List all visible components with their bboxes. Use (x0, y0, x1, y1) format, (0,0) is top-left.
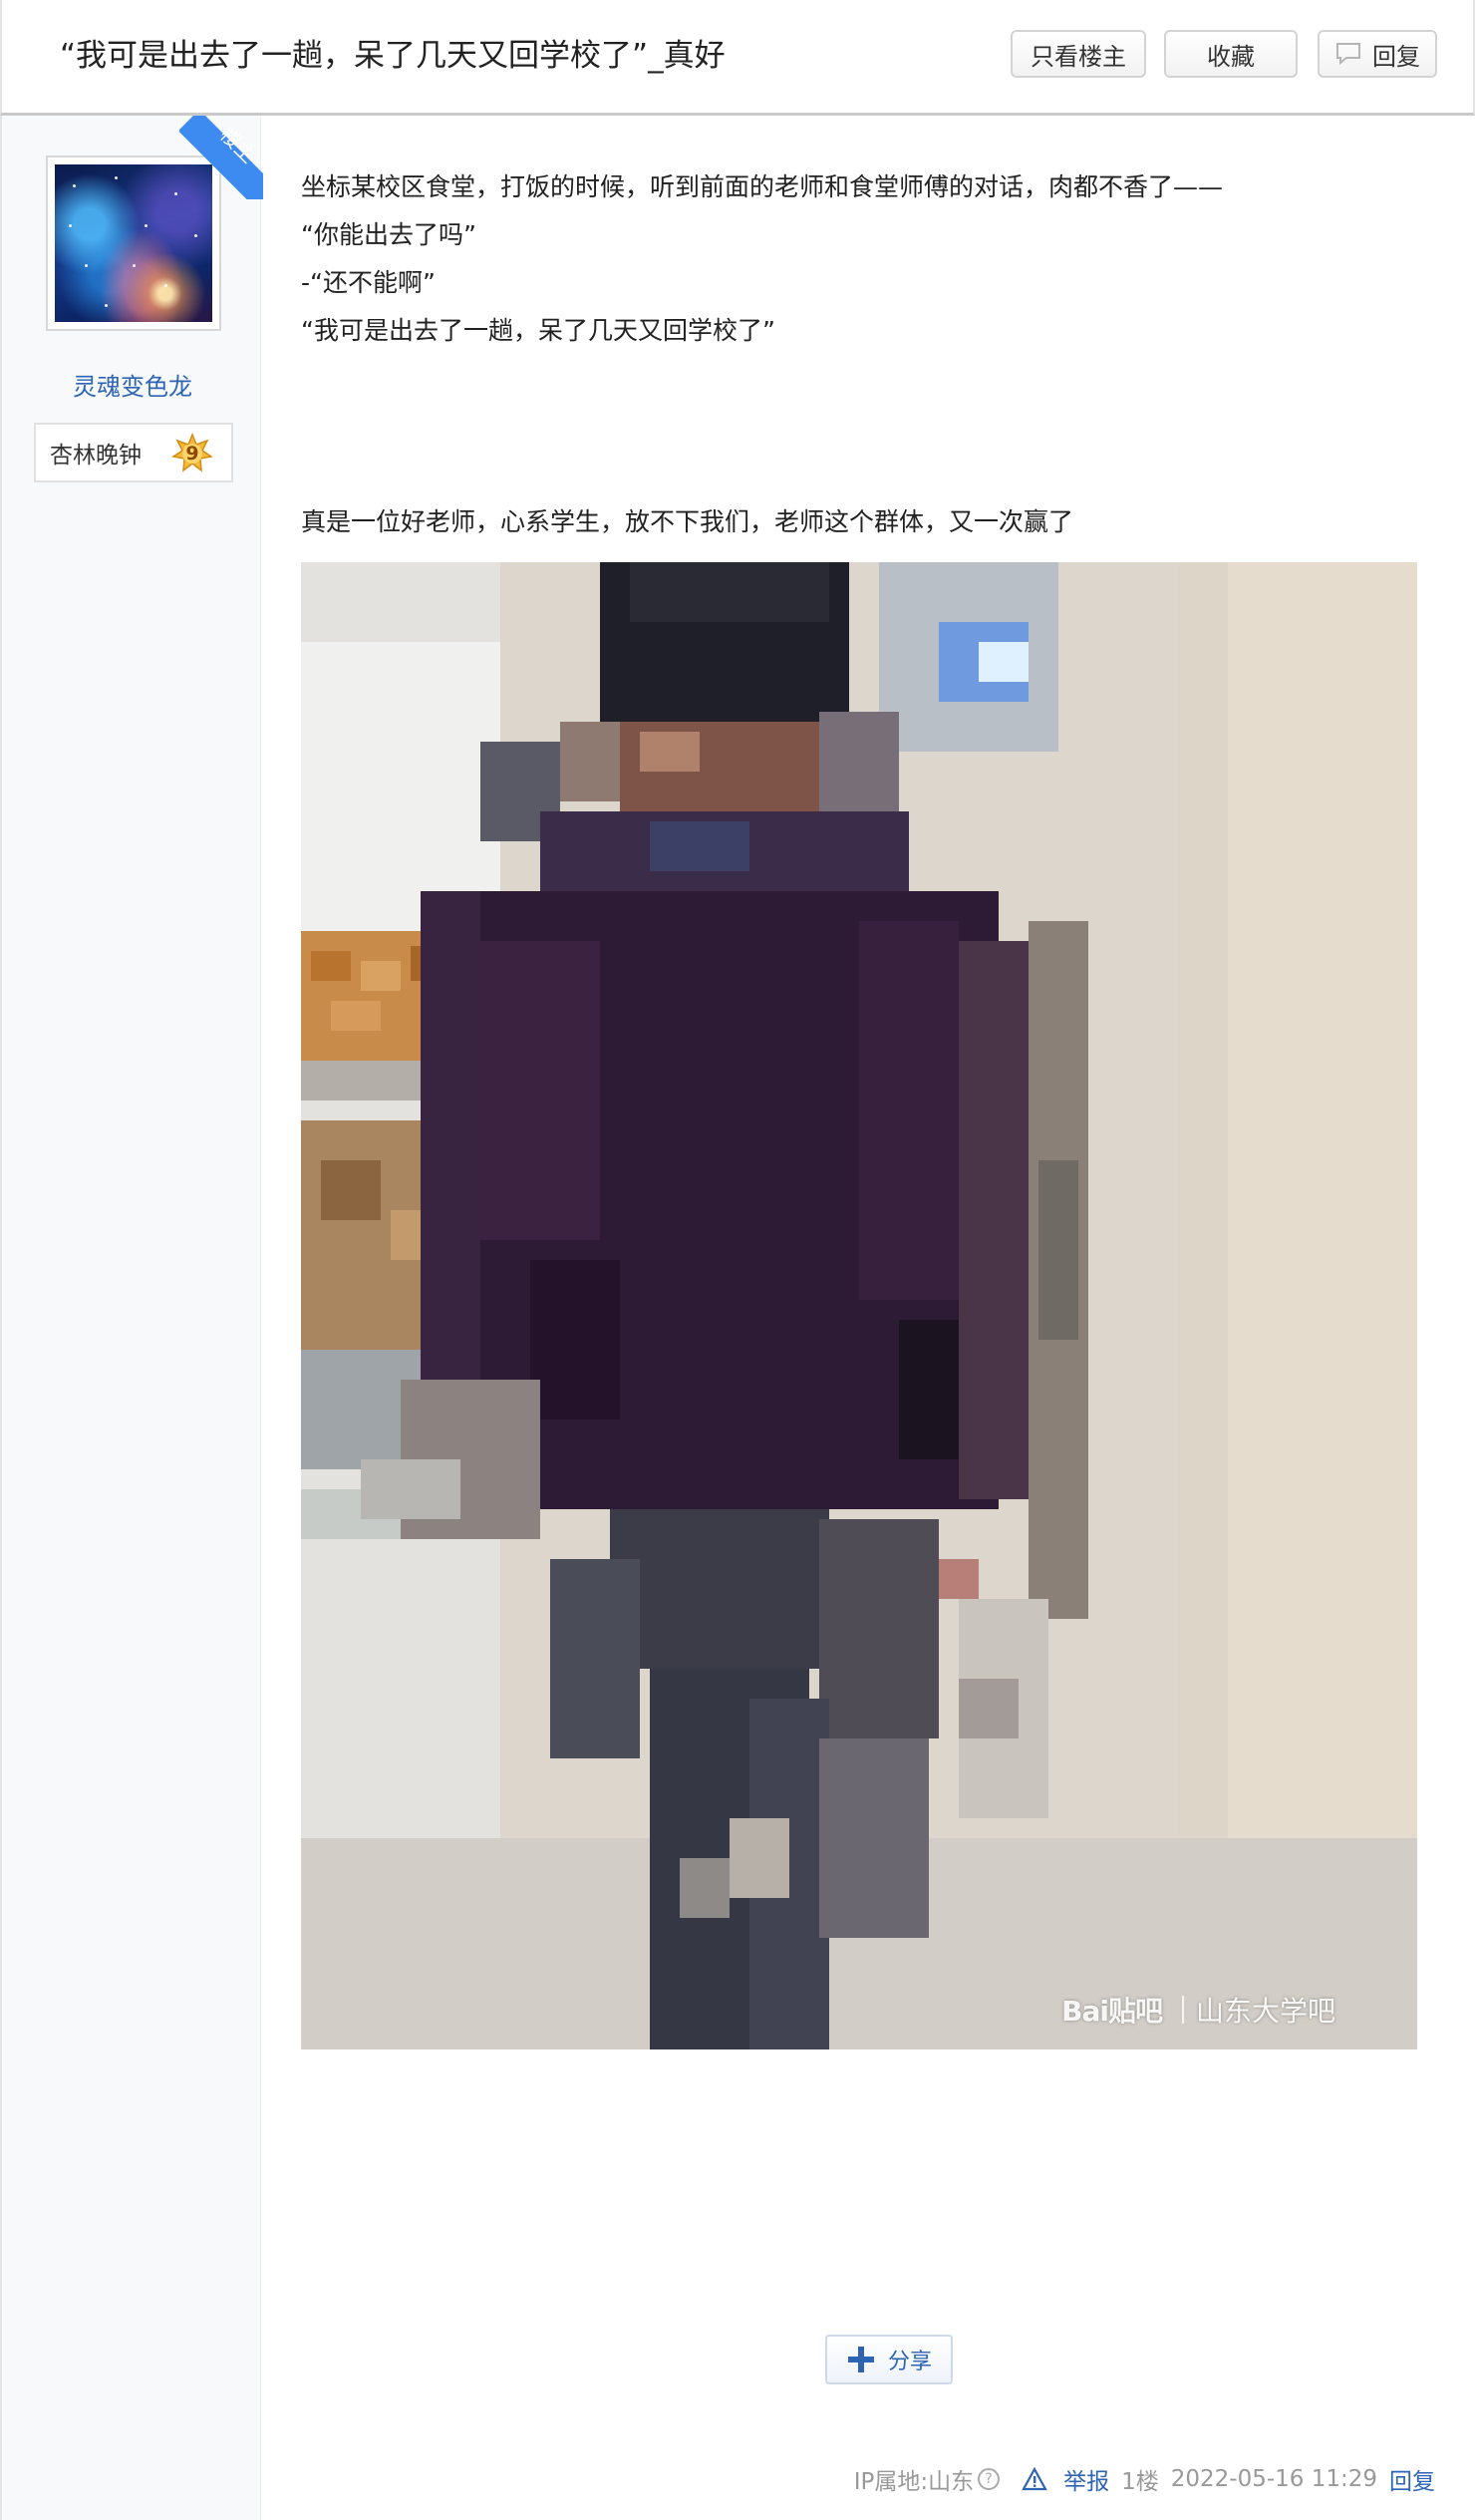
post-image[interactable]: Bai贴吧 山东大学吧 (301, 562, 1417, 2049)
forum-name: 山东大学吧 (1195, 1995, 1335, 2028)
post-meta: IP属地:山东 ? 举报 1楼 2022-05-16 11:29 回复 (854, 2462, 1435, 2496)
level-badge-icon: 9 (171, 432, 213, 474)
author-sidebar: 楼主 灵魂变色龙 杏林晚钟 9 (0, 116, 263, 2520)
level-number: 9 (185, 443, 199, 465)
post-timestamp: 2022-05-16 11:29 (1170, 2466, 1377, 2492)
only-op-label: 只看楼主 (1031, 42, 1126, 71)
op-ribbon: 楼主 (179, 116, 263, 199)
share-label: 分享 (887, 2350, 932, 2374)
report-label: 举报 (1063, 2469, 1110, 2495)
post-line: 真是一位好老师，心系学生，放不下我们，老师这个群体，又一次赢了 (301, 507, 1074, 536)
post-line: -“还不能啊” (301, 268, 436, 297)
only-op-button[interactable]: 只看楼主 (1011, 30, 1146, 78)
help-icon[interactable]: ? (978, 2468, 1001, 2490)
reply-link[interactable]: 回复 (1389, 2462, 1435, 2496)
post-line: “你能出去了吗” (301, 220, 476, 249)
collect-button[interactable]: 收藏 (1164, 30, 1298, 78)
image-watermark: Bai贴吧 山东大学吧 (1061, 1990, 1335, 2030)
post-line: 坐标某校区食堂，打饭的时候，听到前面的老师和食堂师傅的对话，肉都不香了—— (301, 172, 1224, 201)
warning-icon (1022, 2467, 1047, 2491)
member-badge[interactable]: 杏林晚钟 9 (34, 423, 233, 482)
badge-name: 杏林晚钟 (50, 443, 142, 469)
reply-button[interactable]: 回复 (1318, 30, 1437, 78)
floor-number: 1楼 (1121, 2469, 1159, 2495)
watermark-divider (1181, 1996, 1184, 2024)
author-name[interactable]: 灵魂变色龙 (2, 367, 263, 402)
collect-label: 收藏 (1207, 42, 1255, 71)
ip-location: IP属地:山东 (853, 2469, 975, 2495)
reply-label: 回复 (1372, 42, 1420, 71)
pixelated-photo (301, 562, 1417, 2049)
post-title: “我可是出去了一趟，呆了几天又回学校了”_真好 (60, 38, 726, 74)
tieba-logo: Bai贴吧 (1061, 1995, 1163, 2028)
comment-icon (1336, 43, 1360, 66)
share-button[interactable]: 分享 (825, 2335, 953, 2384)
post-line: “我可是出去了一趟，呆了几天又回学校了” (301, 316, 775, 345)
post-header: “我可是出去了一趟，呆了几天又回学校了”_真好 只看楼主 收藏 回复 (0, 0, 1475, 116)
report-link[interactable]: 举报 (1022, 2462, 1109, 2496)
plus-icon (847, 2347, 874, 2372)
